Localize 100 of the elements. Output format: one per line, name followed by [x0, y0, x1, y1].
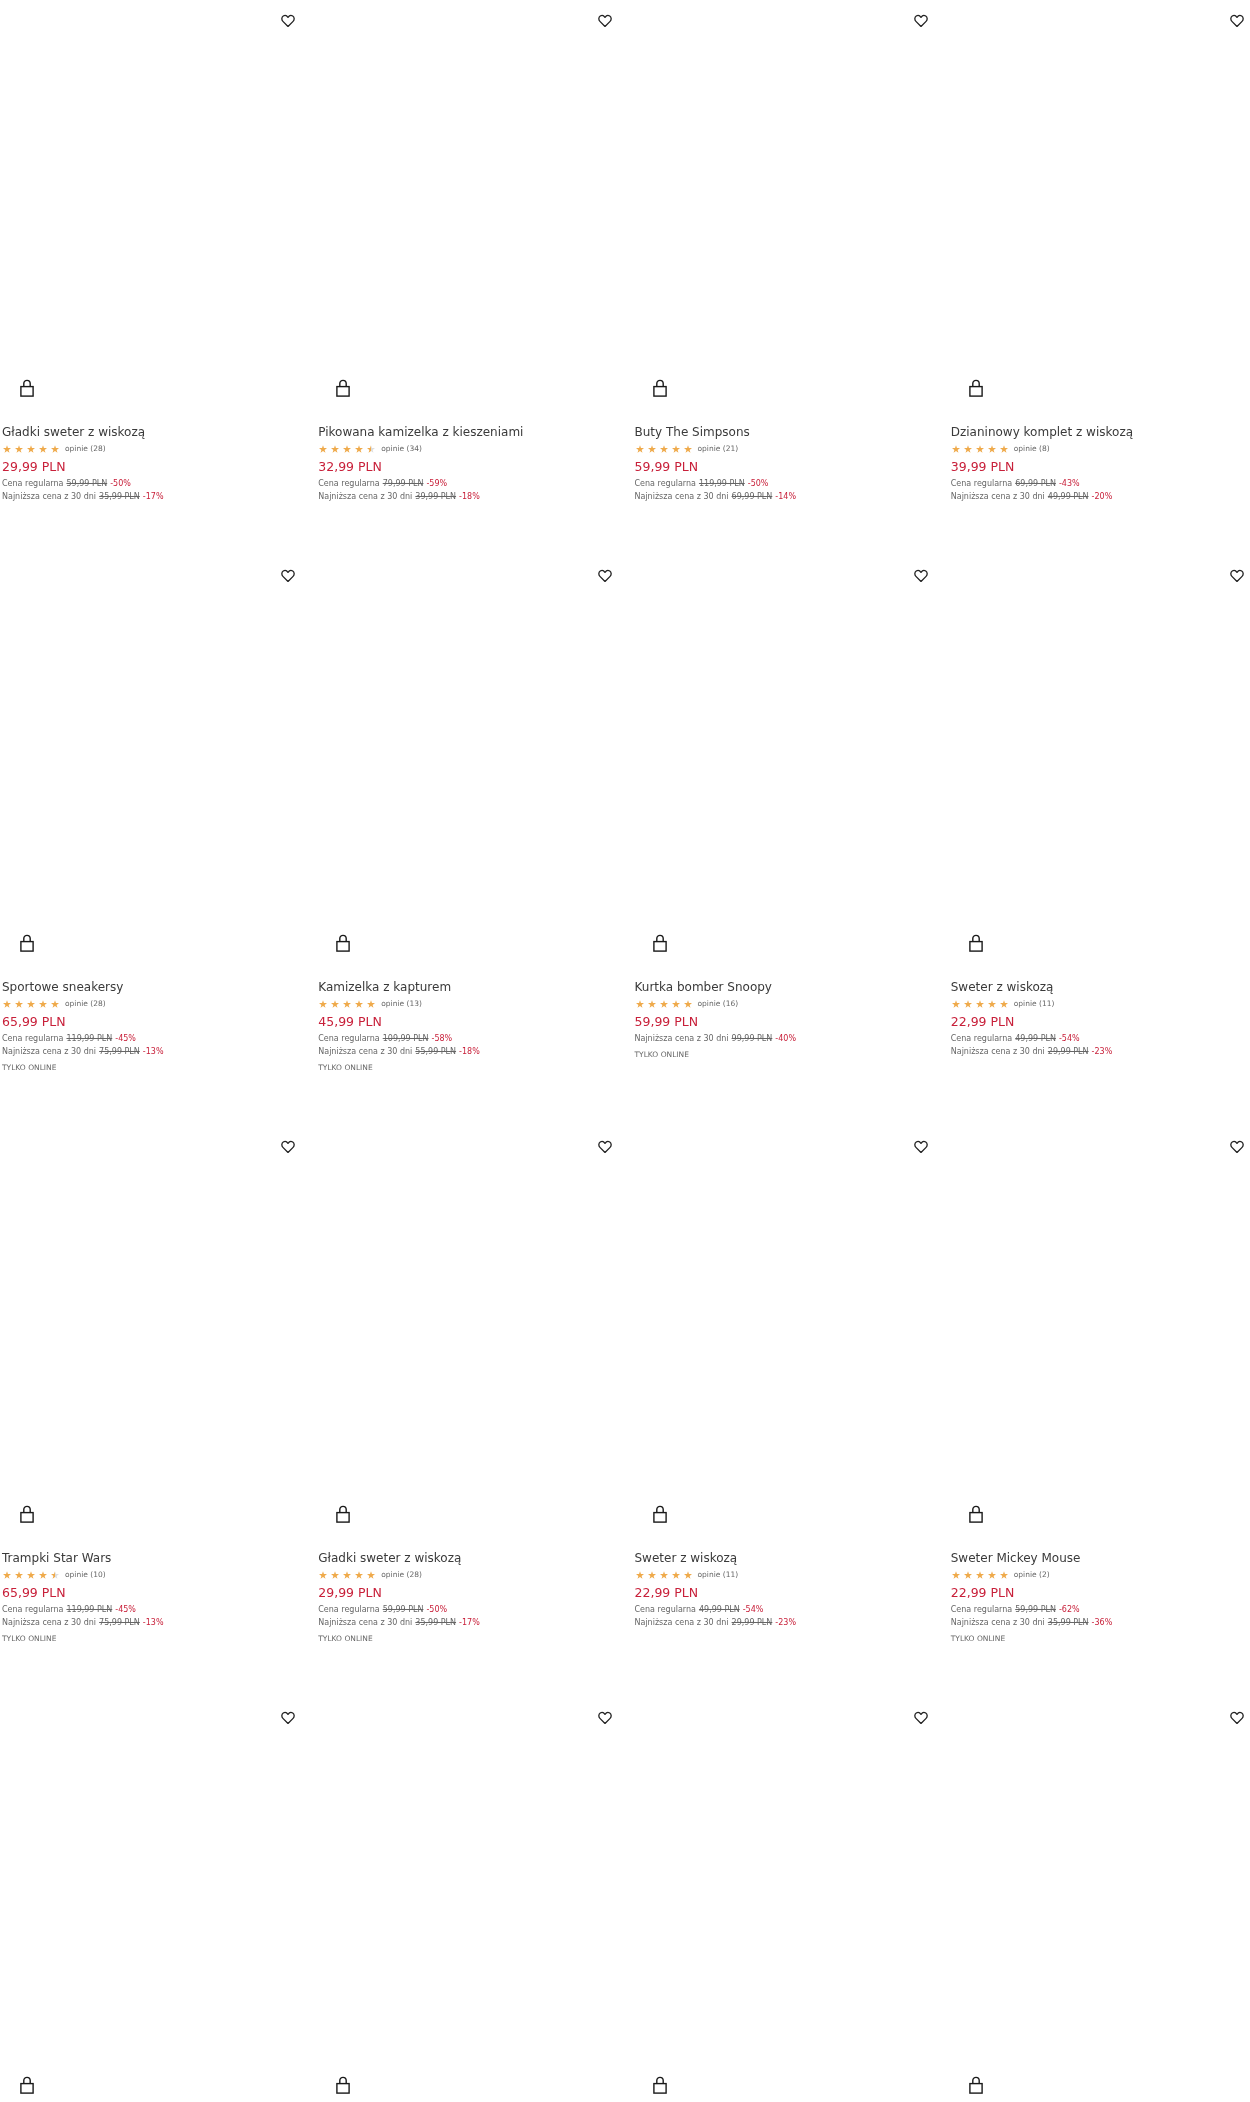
heart-icon[interactable] [280, 1711, 297, 1725]
star-icon [999, 1571, 1008, 1579]
shopping-bag-icon[interactable] [20, 1505, 34, 1523]
discount: -58% [431, 1033, 453, 1045]
product-title[interactable]: Kamizelka z kapturem [318, 978, 452, 996]
product-title[interactable]: Gładki sweter z wiskozą [318, 1549, 462, 1567]
product-title[interactable]: Kurtka bomber Snoopy [634, 978, 772, 996]
product-price: 59,99 PLN [634, 458, 699, 476]
star-icon [951, 1571, 960, 1579]
product-title[interactable]: Sweter Mickey Mouse [950, 1549, 1081, 1567]
product-price: 22,99 PLN [950, 1013, 1015, 1031]
price-label: Cena regularna [634, 478, 696, 490]
old-price: 69,99 PLN [1015, 478, 1056, 490]
shopping-bag-icon[interactable] [968, 379, 983, 397]
heart-icon[interactable] [596, 569, 613, 583]
heart-icon[interactable] [596, 1140, 613, 1154]
shopping-bag-icon[interactable] [652, 379, 667, 397]
star-icon [975, 1571, 984, 1579]
old-price: 35,99 PLN [1047, 1617, 1089, 1629]
star-icon [659, 445, 668, 453]
star-icon [671, 1000, 680, 1008]
star-icon [635, 445, 644, 453]
heart-icon[interactable] [912, 14, 929, 28]
discount: -59% [426, 478, 448, 490]
product-title[interactable]: Sweter z wiskozą [634, 1549, 738, 1567]
star-icon [659, 1571, 668, 1579]
shopping-bag-icon[interactable] [336, 379, 351, 397]
star-icon [647, 445, 656, 453]
half-star-icon [51, 1571, 59, 1579]
product-title[interactable]: Sportowe sneakersy [2, 978, 124, 996]
star-icon [647, 1571, 656, 1579]
product-title[interactable]: Pikowana kamizelka z kieszeniami [318, 423, 524, 441]
star-icon [39, 1571, 47, 1579]
shopping-bag-icon[interactable] [336, 1505, 351, 1523]
shopping-bag-icon[interactable] [20, 379, 34, 397]
shopping-bag-icon[interactable] [20, 934, 34, 952]
star-icon [635, 1571, 644, 1579]
shopping-bag-icon[interactable] [336, 2076, 351, 2094]
price-label: Najniższa cena z 30 dni [318, 1617, 413, 1629]
old-price: 39,99 PLN [415, 491, 457, 503]
star-icon [343, 1571, 352, 1579]
shopping-bag-icon[interactable] [652, 934, 667, 952]
heart-icon[interactable] [596, 1711, 613, 1725]
product-price: 32,99 PLN [318, 458, 382, 476]
price-label: Najniższa cena z 30 dni [950, 491, 1045, 503]
discount: -40% [775, 1033, 796, 1045]
shopping-bag-icon[interactable] [336, 934, 351, 952]
star-icon [951, 445, 960, 453]
product-price: 65,99 PLN [2, 1584, 66, 1602]
discount: -45% [115, 1604, 136, 1616]
heart-icon[interactable] [912, 569, 929, 583]
shopping-bag-icon[interactable] [968, 1505, 983, 1523]
star-icon [647, 1000, 656, 1008]
heart-icon[interactable] [1229, 14, 1245, 28]
price-label: Cena regularna [634, 1604, 696, 1616]
price-label: Cena regularna [950, 1604, 1013, 1616]
shopping-bag-icon[interactable] [968, 2076, 983, 2094]
heart-icon[interactable] [912, 1711, 929, 1725]
discount: -17% [142, 491, 164, 503]
heart-icon[interactable] [280, 569, 297, 583]
heart-icon[interactable] [596, 14, 613, 28]
product-title[interactable]: Sweter z wiskozą [950, 978, 1054, 996]
star-icon [15, 1000, 23, 1008]
old-price: 109,99 PLN [382, 1033, 429, 1045]
product-price: 65,99 PLN [2, 1013, 66, 1031]
heart-icon[interactable] [912, 1140, 929, 1154]
discount: -14% [775, 491, 796, 503]
price-label: Najniższa cena z 30 dni [318, 491, 413, 503]
product-title[interactable]: Buty The Simpsons [634, 423, 750, 441]
shopping-bag-icon[interactable] [652, 2076, 667, 2094]
heart-icon[interactable] [1229, 1711, 1245, 1725]
price-label: Najniższa cena z 30 dni [634, 491, 729, 503]
star-icon [963, 1571, 972, 1579]
old-price: 35,99 PLN [99, 491, 140, 503]
discount: -18% [459, 491, 480, 503]
star-icon [951, 1000, 960, 1008]
star-icon [27, 1571, 35, 1579]
discount: -50% [426, 1604, 448, 1616]
old-price: 59,99 PLN [66, 478, 108, 490]
heart-icon[interactable] [280, 1140, 297, 1154]
shopping-bag-icon[interactable] [652, 1505, 667, 1523]
shopping-bag-icon[interactable] [968, 934, 983, 952]
product-title[interactable]: Gładki sweter z wiskozą [2, 423, 146, 441]
old-price: 49,99 PLN [1015, 1033, 1056, 1045]
star-icon [355, 445, 364, 453]
price-label: Najniższa cena z 30 dni [950, 1046, 1045, 1058]
product-price: 29,99 PLN [318, 1584, 382, 1602]
star-icon [355, 1571, 364, 1579]
product-title[interactable]: Trampki Star Wars [2, 1549, 112, 1567]
star-icon [683, 1000, 692, 1008]
star-icon [659, 1000, 668, 1008]
old-price: 35,99 PLN [415, 1617, 457, 1629]
heart-icon[interactable] [280, 14, 297, 28]
shopping-bag-icon[interactable] [20, 2076, 34, 2094]
star-icon [963, 445, 972, 453]
price-label: Cena regularna [318, 1604, 380, 1616]
product-title[interactable]: Dzianinowy komplet z wiskozą [950, 423, 1134, 441]
heart-icon[interactable] [1229, 569, 1245, 583]
star-icon [3, 1571, 11, 1579]
heart-icon[interactable] [1229, 1140, 1245, 1154]
